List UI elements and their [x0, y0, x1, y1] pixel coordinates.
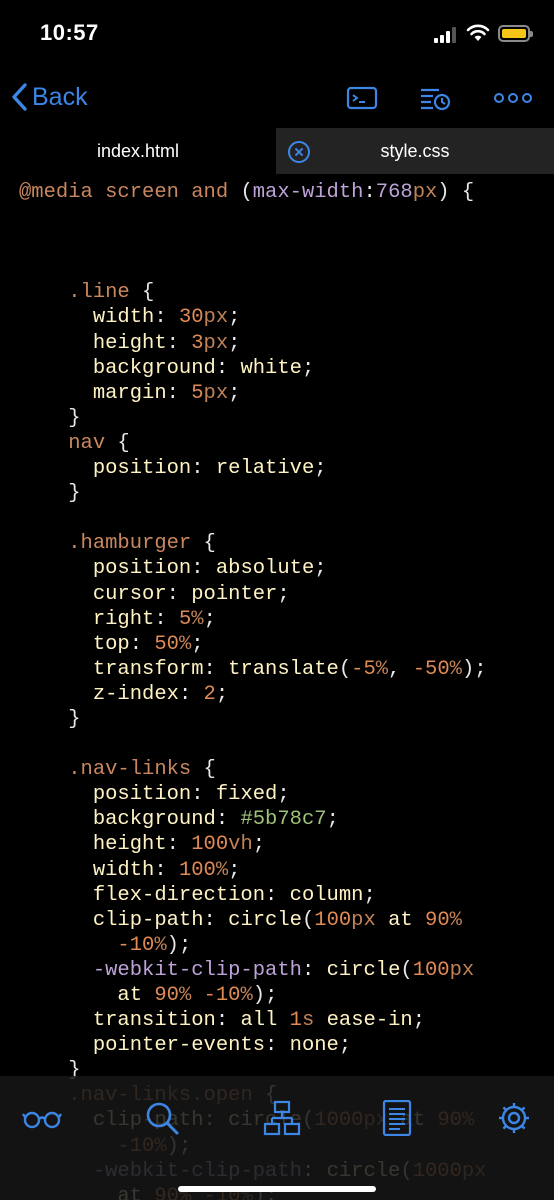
code-line[interactable]: pointer-events: none;: [19, 1033, 487, 1058]
status-time: 10:57: [40, 20, 99, 45]
close-tab-icon[interactable]: [288, 141, 310, 163]
tab-index-html[interactable]: index.html: [0, 128, 276, 174]
status-bar: 10:57: [0, 0, 554, 66]
code-line[interactable]: @media screen and (max-width:768px) {: [19, 180, 487, 205]
code-line[interactable]: ​: [19, 255, 487, 280]
code-line[interactable]: cursor: pointer;: [19, 582, 487, 607]
code-line[interactable]: top: 50%;: [19, 632, 487, 657]
code-line[interactable]: }: [19, 481, 487, 506]
more-options-icon[interactable]: [494, 84, 532, 112]
code-line[interactable]: width: 30px;: [19, 305, 487, 330]
search-icon[interactable]: [142, 1100, 182, 1136]
code-line[interactable]: ​: [19, 205, 487, 230]
tab-style-css[interactable]: style.css: [276, 128, 554, 174]
glasses-icon[interactable]: [22, 1100, 62, 1136]
code-editor[interactable]: @media screen and (max-width:768px) {​​​…: [0, 174, 554, 1200]
chevron-left-icon: [12, 83, 27, 111]
file-tabs: index.html style.css: [0, 128, 554, 174]
back-button[interactable]: Back: [10, 80, 88, 114]
code-line[interactable]: .line {: [19, 280, 487, 305]
code-line[interactable]: background: #5b78c7;: [19, 807, 487, 832]
code-line[interactable]: width: 100%;: [19, 858, 487, 883]
code-line[interactable]: background: white;: [19, 356, 487, 381]
code-line[interactable]: nav {: [19, 431, 487, 456]
code-line[interactable]: }: [19, 406, 487, 431]
code-line[interactable]: .hamburger {: [19, 531, 487, 556]
document-icon[interactable]: [378, 1100, 418, 1136]
code-line[interactable]: -10%);: [19, 933, 487, 958]
code-line[interactable]: ​: [19, 506, 487, 531]
history-icon[interactable]: [419, 84, 453, 112]
code-line[interactable]: clip-path: circle(100px at 90%: [19, 908, 487, 933]
code-line[interactable]: right: 5%;: [19, 607, 487, 632]
code-line[interactable]: -webkit-clip-path: circle(100px: [19, 958, 487, 983]
gear-icon[interactable]: [494, 1100, 534, 1136]
terminal-icon[interactable]: [346, 84, 380, 112]
code-line[interactable]: transition: all 1s ease-in;: [19, 1008, 487, 1033]
battery-icon: [498, 25, 533, 42]
bottom-toolbar: [0, 1076, 554, 1200]
hierarchy-icon[interactable]: [262, 1100, 302, 1136]
back-label: Back: [32, 82, 88, 111]
code-line[interactable]: z-index: 2;: [19, 682, 487, 707]
code-line[interactable]: position: absolute;: [19, 556, 487, 581]
code-line[interactable]: position: relative;: [19, 456, 487, 481]
code-line[interactable]: }: [19, 707, 487, 732]
code-line[interactable]: flex-direction: column;: [19, 883, 487, 908]
code-line[interactable]: ​: [19, 230, 487, 255]
wifi-icon: [466, 24, 490, 41]
code-line[interactable]: at 90% -10%);: [19, 983, 487, 1008]
code-line[interactable]: position: fixed;: [19, 782, 487, 807]
cellular-signal-icon: [434, 27, 458, 43]
home-indicator: [178, 1186, 376, 1192]
code-line[interactable]: height: 100vh;: [19, 832, 487, 857]
navigation-bar: Back: [0, 66, 554, 128]
code-line[interactable]: margin: 5px;: [19, 381, 487, 406]
code-line[interactable]: transform: translate(-5%, -50%);: [19, 657, 487, 682]
code-line[interactable]: height: 3px;: [19, 331, 487, 356]
code-line[interactable]: ​: [19, 732, 487, 757]
code-text[interactable]: @media screen and (max-width:768px) {​​​…: [19, 180, 487, 1200]
code-line[interactable]: .nav-links {: [19, 757, 487, 782]
